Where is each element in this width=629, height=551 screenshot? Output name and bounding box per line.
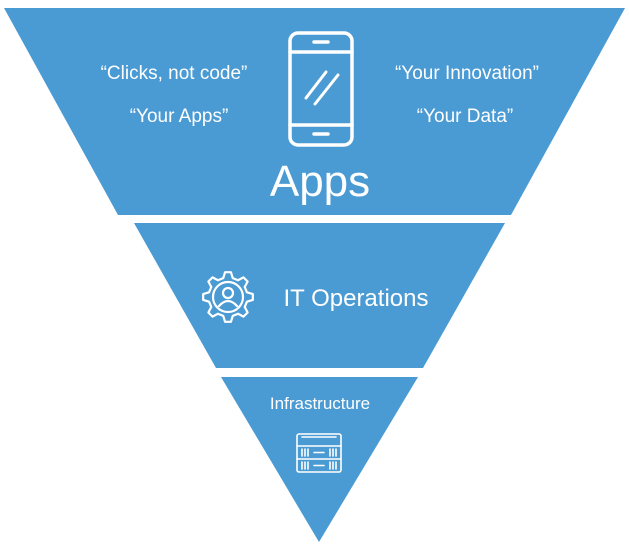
pyramid-svg: “Clicks, not code” “Your Apps” “Your Inn… xyxy=(4,8,625,542)
inverted-pyramid-diagram: “Clicks, not code” “Your Apps” “Your Inn… xyxy=(0,0,629,546)
quote-your-innovation: “Your Innovation” xyxy=(395,63,539,84)
tier-operations-title: IT Operations xyxy=(284,285,429,312)
quote-your-apps: “Your Apps” xyxy=(130,106,229,127)
tier-apps-title: Apps xyxy=(270,157,370,206)
tier-infrastructure-title: Infrastructure xyxy=(270,394,370,413)
tier-infrastructure: Infrastructure xyxy=(221,377,418,542)
quote-clicks-not-code: “Clicks, not code” xyxy=(101,63,248,84)
tier-apps: “Clicks, not code” “Your Apps” “Your Inn… xyxy=(4,8,625,215)
quote-your-data: “Your Data” xyxy=(417,106,513,127)
tier-operations: IT Operations xyxy=(134,223,505,368)
